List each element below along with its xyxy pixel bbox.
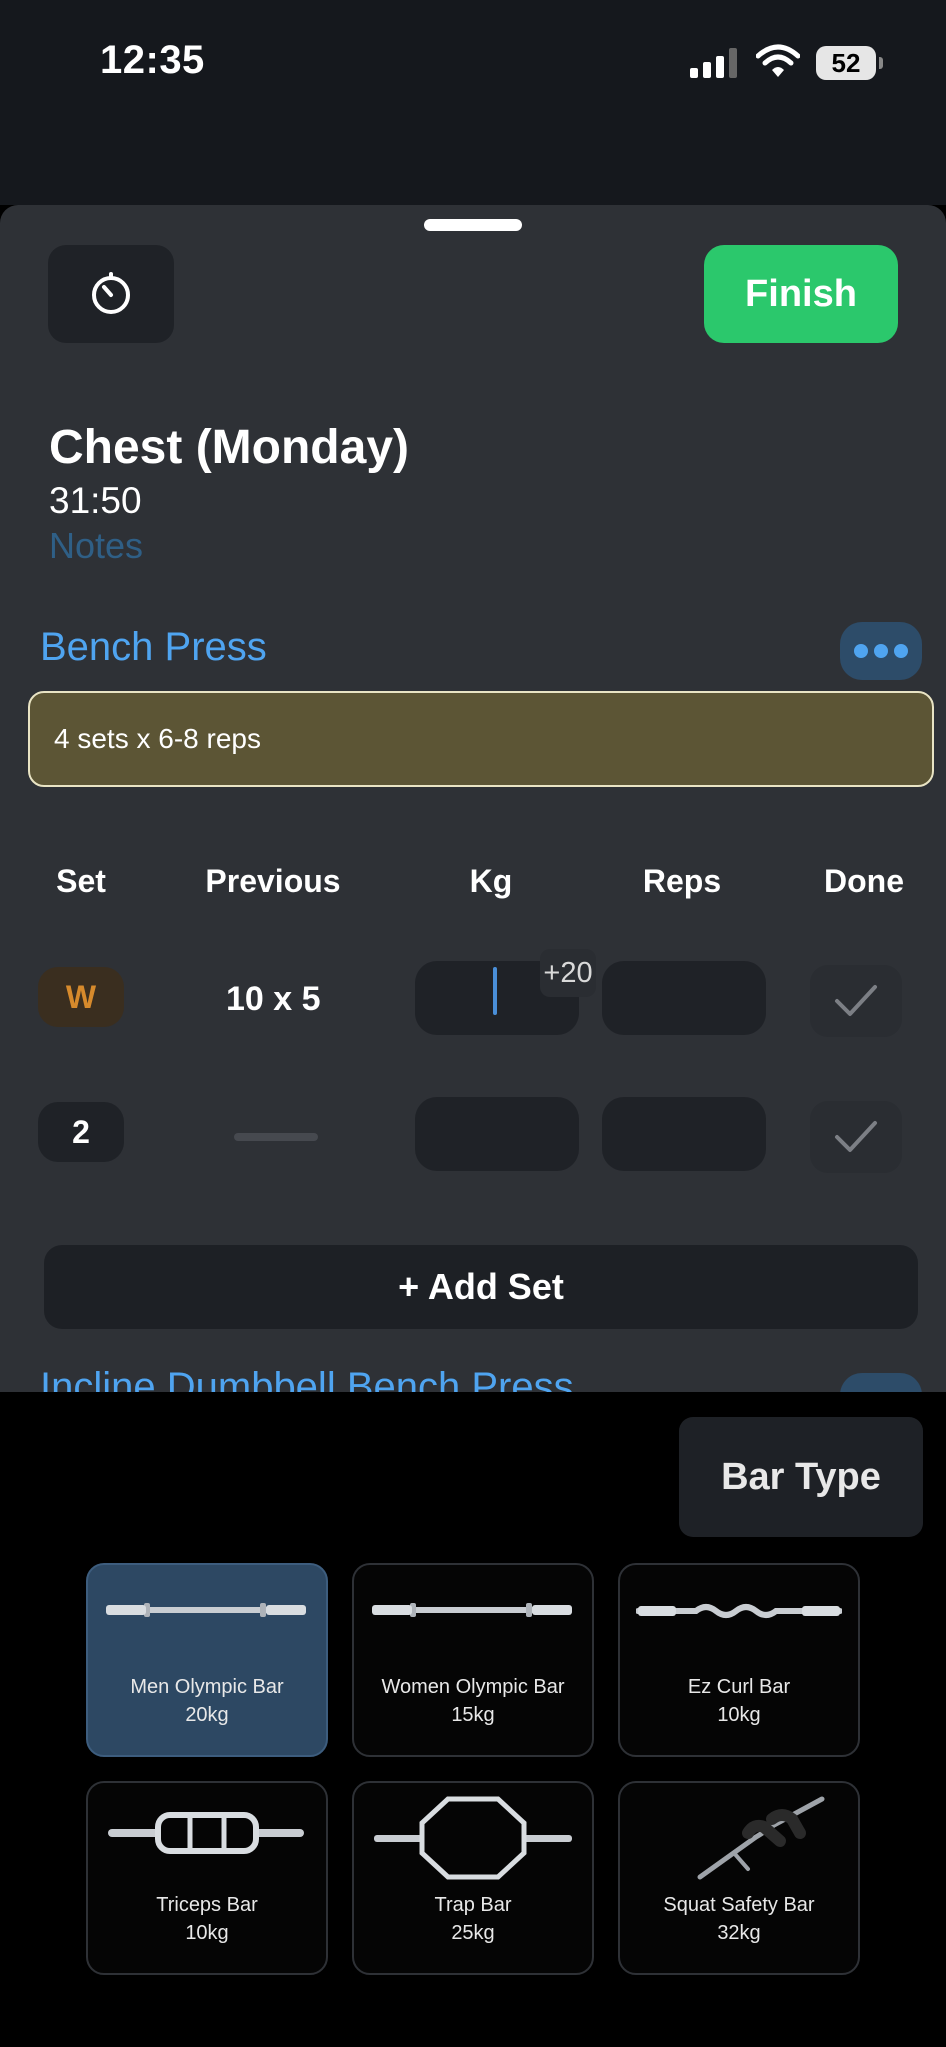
cellular-signal-icon — [690, 48, 737, 78]
triceps-bar-icon — [108, 1812, 304, 1854]
status-bar: 12:35 52 — [0, 0, 946, 205]
bar-option-squat-safety[interactable]: Squat Safety Bar 32kg — [618, 1781, 860, 1975]
rest-timer-button[interactable] — [48, 245, 174, 343]
bar-option-women-olympic[interactable]: Women Olympic Bar 15kg — [352, 1563, 594, 1757]
workout-title[interactable]: Chest (Monday) — [49, 420, 409, 475]
workout-elapsed-time: 31:50 — [49, 480, 142, 521]
done-checkbox[interactable] — [810, 1101, 902, 1173]
olympic-bar-icon — [106, 1603, 306, 1617]
text-caret — [493, 967, 497, 1015]
next-exercise-name[interactable]: Incline Dumbbell Bench Press — [40, 1365, 574, 1392]
exercise-more-button[interactable] — [840, 622, 922, 680]
kg-input[interactable] — [415, 1097, 579, 1171]
finish-button[interactable]: Finish — [704, 245, 898, 343]
wifi-icon — [756, 44, 800, 77]
header-reps: Reps — [642, 863, 722, 899]
set-number-badge[interactable]: 2 — [38, 1102, 124, 1162]
bar-option-triceps[interactable]: Triceps Bar 10kg — [86, 1781, 328, 1975]
header-set: Set — [56, 863, 106, 899]
safety-squat-bar-icon — [697, 1796, 825, 1880]
next-exercise-more-button[interactable] — [840, 1373, 922, 1392]
previous-value[interactable]: 10 x 5 — [226, 980, 321, 1019]
bar-option-ez-curl[interactable]: Ez Curl Bar 10kg — [618, 1563, 860, 1757]
sheet-grabber[interactable] — [424, 219, 522, 231]
bar-option-label: Squat Safety Bar 32kg — [663, 1894, 815, 1944]
bar-option-label: Triceps Bar 10kg — [156, 1894, 258, 1944]
set-type-badge[interactable]: W — [38, 967, 124, 1027]
header-done: Done — [824, 863, 904, 899]
trap-bar-icon — [374, 1796, 572, 1880]
bar-option-trap[interactable]: Trap Bar 25kg — [352, 1781, 594, 1975]
exercise-name[interactable]: Bench Press — [40, 625, 267, 670]
status-time: 12:35 — [100, 38, 205, 82]
timer-icon — [92, 272, 130, 314]
bar-option-label: Women Olympic Bar 15kg — [381, 1676, 565, 1726]
more-dots-icon — [854, 644, 868, 658]
done-checkbox[interactable] — [810, 965, 902, 1037]
previous-empty-dash — [234, 1133, 318, 1141]
header-previous: Previous — [205, 863, 341, 899]
bar-option-label: Men Olympic Bar 20kg — [130, 1676, 284, 1726]
ez-curl-bar-icon — [636, 1604, 842, 1618]
checkmark-icon — [835, 1121, 877, 1152]
header-kg[interactable]: Kg — [470, 863, 513, 900]
reps-input[interactable] — [602, 961, 766, 1035]
bar-option-label: Ez Curl Bar 10kg — [687, 1676, 791, 1726]
exercise-note[interactable]: 4 sets x 6-8 reps — [28, 691, 934, 787]
bar-option-label: Trap Bar 25kg — [434, 1894, 512, 1944]
kg-increment-hint[interactable]: +20 — [540, 949, 596, 997]
workout-sheet: Finish Chest (Monday) 31:50 Notes Bench … — [0, 205, 946, 1392]
bar-option-men-olympic[interactable]: Men Olympic Bar 20kg — [86, 1563, 328, 1757]
checkmark-icon — [835, 985, 877, 1016]
reps-input[interactable] — [602, 1097, 766, 1171]
add-set-button[interactable]: + Add Set — [44, 1245, 918, 1329]
bar-type-title[interactable]: Bar Type — [679, 1417, 923, 1537]
olympic-bar-icon — [372, 1603, 572, 1617]
battery-icon: 52 — [816, 46, 883, 80]
workout-notes-field[interactable]: Notes — [49, 525, 143, 567]
